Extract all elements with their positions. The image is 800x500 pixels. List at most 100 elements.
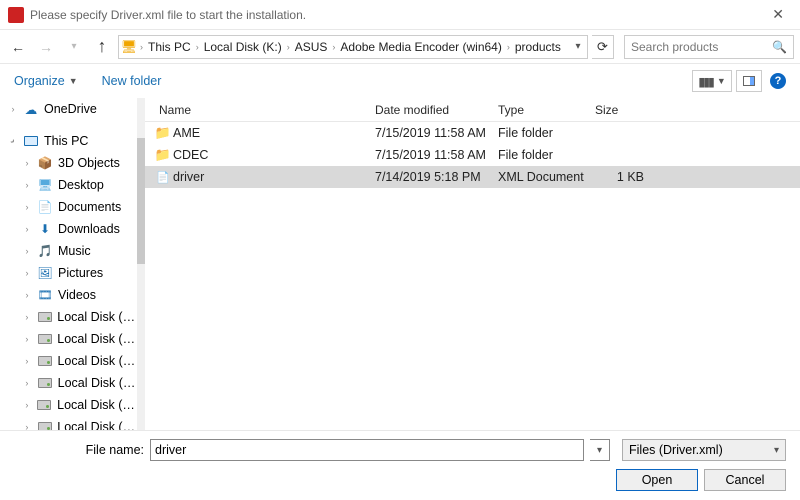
organize-button[interactable]: Organize ▼ bbox=[14, 74, 78, 88]
back-button[interactable]: ← bbox=[6, 35, 30, 59]
tree-item[interactable]: › Local Disk (F:) bbox=[0, 372, 137, 394]
search-icon: 🔍 bbox=[772, 40, 787, 54]
tree-item[interactable]: ›Local Disk (C:) bbox=[0, 306, 137, 328]
nav-tree[interactable]: › ☁ OneDrive › This PC › 📦 3D Objects ›🖥Des… bbox=[0, 98, 137, 430]
col-name[interactable]: Name bbox=[153, 98, 369, 121]
chevron-right-icon: › bbox=[22, 378, 32, 388]
file-name: driver bbox=[173, 170, 369, 184]
tree-label: Local Disk (F:) bbox=[58, 376, 137, 390]
column-headers[interactable]: Name Date modified Type Size bbox=[145, 98, 800, 122]
filename-input[interactable] bbox=[150, 439, 584, 461]
new-folder-button[interactable]: New folder bbox=[102, 74, 162, 88]
tree-item[interactable]: ›Local Disk (D:) bbox=[0, 328, 137, 350]
crumb-1[interactable]: Local Disk (K:) bbox=[200, 40, 286, 54]
tree-item[interactable]: ›🖼Pictures bbox=[0, 262, 137, 284]
nav-row: ← → ▾ ↑ 🖥 › This PC › Local Disk (K:) › … bbox=[0, 30, 800, 64]
file-size: 1 KB bbox=[589, 170, 652, 184]
col-size[interactable]: Size bbox=[589, 98, 652, 121]
preview-pane-button[interactable] bbox=[736, 70, 762, 92]
tree-item[interactable]: › 📦 3D Objects bbox=[0, 152, 137, 174]
tree-item[interactable]: › Local Disk (H:) bbox=[0, 416, 137, 430]
tree-label: Music bbox=[58, 244, 91, 258]
filter-label: Files (Driver.xml) bbox=[629, 443, 723, 457]
close-icon[interactable]: ✕ bbox=[764, 6, 792, 23]
tree-item[interactable]: › 📄 Documents bbox=[0, 196, 137, 218]
tree-label: This PC bbox=[44, 134, 88, 148]
file-row[interactable]: 📁CDEC7/15/2019 11:58 AMFile folder bbox=[145, 144, 800, 166]
filename-label: File name: bbox=[14, 443, 144, 457]
file-date: 7/15/2019 11:58 AM bbox=[369, 148, 492, 162]
chevron-right-icon: › bbox=[22, 422, 32, 430]
recent-dropdown[interactable]: ▾ bbox=[62, 35, 86, 59]
folder-icon: 📦 bbox=[38, 156, 53, 170]
chevron-right-icon: › bbox=[22, 202, 32, 212]
tree-label: Documents bbox=[58, 200, 121, 214]
up-button[interactable]: ↑ bbox=[90, 35, 114, 59]
file-type: File folder bbox=[492, 126, 589, 140]
col-date[interactable]: Date modified bbox=[369, 98, 492, 121]
chevron-right-icon: › bbox=[22, 158, 32, 168]
file-date: 7/14/2019 5:18 PM bbox=[369, 170, 492, 184]
tree-item[interactable]: ›Local Disk (G:) bbox=[0, 394, 137, 416]
tree-item[interactable]: ›🎵Music bbox=[0, 240, 137, 262]
window-title: Please specify Driver.xml file to start … bbox=[30, 8, 306, 22]
file-type: XML Document bbox=[492, 170, 589, 184]
title-bar: Please specify Driver.xml file to start … bbox=[0, 0, 800, 30]
tree-label: OneDrive bbox=[44, 102, 97, 116]
chevron-right-icon: › bbox=[22, 356, 32, 366]
folder-icon: 📁 bbox=[153, 147, 173, 163]
tree-label: Pictures bbox=[58, 266, 103, 280]
chevron-right-icon: › bbox=[22, 180, 32, 190]
file-row[interactable]: 📁AME7/15/2019 11:58 AMFile folder bbox=[145, 122, 800, 144]
crumb-4[interactable]: products bbox=[511, 40, 565, 54]
drive-icon bbox=[38, 378, 52, 388]
crumb-root[interactable]: This PC bbox=[144, 40, 195, 54]
address-bar[interactable]: 🖥 › This PC › Local Disk (K:) › ASUS › A… bbox=[118, 35, 588, 59]
crumb-3[interactable]: Adobe Media Encoder (win64) bbox=[336, 40, 505, 54]
file-list: Name Date modified Type Size 📁AME7/15/20… bbox=[145, 98, 800, 430]
address-dropdown[interactable]: ▾ bbox=[569, 41, 587, 52]
tree-label: Local Disk (H:) bbox=[57, 420, 137, 430]
crumb-2[interactable]: ASUS bbox=[291, 40, 332, 54]
view-options-button[interactable]: ▮▮▮▼ bbox=[692, 70, 732, 92]
tree-item[interactable]: ›🖥Desktop bbox=[0, 174, 137, 196]
drive-icon bbox=[38, 422, 52, 430]
filename-dropdown[interactable]: ▾ bbox=[590, 439, 610, 461]
folder-icon: 📄 bbox=[38, 200, 53, 214]
toolbar: Organize ▼ New folder ▮▮▮▼ ? bbox=[0, 64, 800, 98]
search-input[interactable]: Search products 🔍 bbox=[624, 35, 794, 59]
refresh-button[interactable]: ⟳ bbox=[592, 35, 614, 59]
tree-item[interactable]: ›🎞Videos bbox=[0, 284, 137, 306]
tree-label: 3D Objects bbox=[58, 156, 120, 170]
folder-icon: 🖥 bbox=[119, 39, 139, 55]
tree-item[interactable]: › Local Disk (E:) bbox=[0, 350, 137, 372]
filetype-filter[interactable]: Files (Driver.xml) ▾ bbox=[622, 439, 786, 461]
file-row[interactable]: 📄driver7/14/2019 5:18 PMXML Document1 KB bbox=[145, 166, 800, 188]
file-name: CDEC bbox=[173, 148, 369, 162]
cancel-button[interactable]: Cancel bbox=[704, 469, 786, 491]
chevron-right-icon: › bbox=[22, 224, 32, 234]
forward-button[interactable]: → bbox=[34, 35, 58, 59]
open-button[interactable]: Open bbox=[616, 469, 698, 491]
pc-icon bbox=[23, 134, 39, 148]
search-placeholder: Search products bbox=[631, 40, 718, 54]
tree-scrollbar[interactable] bbox=[137, 98, 145, 430]
folder-icon: 🎞 bbox=[37, 288, 52, 302]
tree-label: Downloads bbox=[58, 222, 120, 236]
app-icon bbox=[8, 7, 24, 23]
drive-icon bbox=[37, 400, 51, 410]
chevron-right-icon: › bbox=[22, 312, 32, 322]
help-icon[interactable]: ? bbox=[770, 73, 786, 89]
tree-label: Local Disk (E:) bbox=[57, 354, 137, 368]
drive-icon bbox=[38, 334, 52, 344]
chevron-right-icon: › bbox=[22, 268, 32, 278]
chevron-down-icon: ▾ bbox=[774, 445, 779, 456]
drive-icon bbox=[38, 312, 52, 322]
tree-thispc[interactable]: › This PC bbox=[0, 130, 137, 152]
tree-item[interactable]: ›⬇Downloads bbox=[0, 218, 137, 240]
drive-icon bbox=[38, 356, 52, 366]
col-type[interactable]: Type bbox=[492, 98, 589, 121]
tree-label: Local Disk (G:) bbox=[57, 398, 137, 412]
file-name: AME bbox=[173, 126, 369, 140]
tree-onedrive[interactable]: › ☁ OneDrive bbox=[0, 98, 137, 120]
